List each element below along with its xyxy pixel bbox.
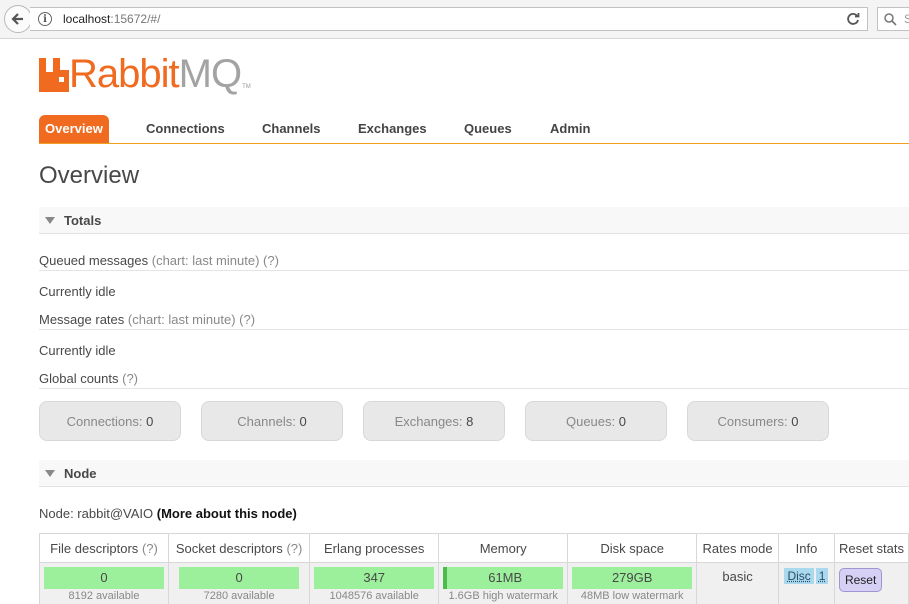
queued-chart-range[interactable]: (chart: last minute) <box>152 253 260 268</box>
col-file-descriptors: File descriptors (?) <box>39 533 169 563</box>
socket-descriptors-available: 7280 available <box>203 590 275 602</box>
logo-wordmark: RabbitMQ <box>69 52 242 96</box>
rates-mode-value: basic <box>722 569 753 584</box>
col-reset-stats: Reset stats <box>833 533 909 563</box>
socket-descriptors-bar: 0 <box>179 567 300 589</box>
tab-queues[interactable]: Queues <box>458 115 518 143</box>
site-info-icon[interactable]: i <box>38 12 52 26</box>
reload-icon[interactable] <box>845 11 861 27</box>
cell-file-descriptors: 0 8192 available <box>39 562 169 604</box>
node-name: Node: rabbit@VAIO (More about this node) <box>39 506 297 521</box>
erlang-processes-available: 1048576 available <box>329 590 419 602</box>
file-descriptors-available: 8192 available <box>68 590 140 602</box>
cell-rates-mode: basic <box>696 562 779 604</box>
divider <box>39 388 909 389</box>
back-arrow-icon <box>11 13 23 25</box>
cell-reset-stats: Reset <box>833 562 909 604</box>
search-icon <box>884 13 897 26</box>
col-info: Info <box>777 533 835 563</box>
divider <box>39 270 909 271</box>
global-counts-label: Global counts (?) <box>39 371 139 386</box>
file-descriptors-bar: 0 <box>44 567 164 589</box>
tab-connections[interactable]: Connections <box>140 115 231 143</box>
rabbitmq-logo[interactable]: RabbitMQ TM <box>39 52 251 96</box>
page-title: Overview <box>39 162 140 189</box>
collapse-triangle-icon <box>45 217 55 224</box>
col-memory: Memory <box>438 533 569 563</box>
reset-stats-button[interactable]: Reset <box>838 568 883 592</box>
more-about-node-link[interactable]: (More about this node) <box>157 506 297 521</box>
count-connections[interactable]: Connections: 0 <box>39 401 181 441</box>
cell-disk-space: 279GB 48MB low watermark <box>567 562 698 604</box>
tab-admin[interactable]: Admin <box>544 115 596 143</box>
disk-space-watermark: 48MB low watermark <box>580 590 684 602</box>
disk-space-bar: 279GB <box>572 567 693 589</box>
col-socket-descriptors: Socket descriptors (?) <box>167 533 311 563</box>
logo-trademark: TM <box>242 84 251 90</box>
count-channels[interactable]: Channels: 0 <box>201 401 343 441</box>
cell-erlang-processes: 347 1048576 available <box>309 562 440 604</box>
message-rates-label: Message rates (chart: last minute) (?) <box>39 312 256 327</box>
address-bar[interactable]: i localhost:15672/#/ <box>30 7 868 31</box>
erlang-processes-bar: 347 <box>314 567 435 589</box>
url-text: localhost:15672/#/ <box>63 12 161 26</box>
info-count-badge[interactable]: 1 <box>815 568 829 584</box>
browser-toolbar: i localhost:15672/#/ S <box>0 0 909 39</box>
count-exchanges[interactable]: Exchanges: 8 <box>363 401 505 441</box>
search-placeholder: S <box>904 12 909 26</box>
memory-watermark: 1.6GB high watermark <box>448 590 558 602</box>
collapse-triangle-icon <box>45 470 55 477</box>
totals-title: Totals <box>64 213 102 228</box>
rabbitmq-logo-icon <box>39 58 69 92</box>
tab-channels[interactable]: Channels <box>256 115 327 143</box>
node-section-header[interactable]: Node <box>39 460 909 487</box>
search-box[interactable]: S <box>877 7 909 31</box>
back-button[interactable] <box>4 5 32 33</box>
cell-socket-descriptors: 0 7280 available <box>167 562 311 604</box>
table-row: 0 8192 available 0 7280 available 347 10… <box>39 562 909 604</box>
node-title: Node <box>64 466 97 481</box>
global-help-link[interactable]: (?) <box>122 371 138 386</box>
tab-overview[interactable]: Overview <box>39 115 109 143</box>
rates-help-link[interactable]: (?) <box>239 312 255 327</box>
memory-bar: 61MB <box>443 567 564 589</box>
node-table: File descriptors (?) Socket descriptors … <box>39 533 909 604</box>
divider <box>39 329 909 330</box>
disc-badge[interactable]: Disc <box>784 568 814 584</box>
main-nav: Overview Connections Channels Exchanges … <box>39 115 909 144</box>
rates-chart-range[interactable]: (chart: last minute) <box>128 312 236 327</box>
col-rates-mode: Rates mode <box>696 533 779 563</box>
tab-exchanges[interactable]: Exchanges <box>352 115 433 143</box>
count-queues[interactable]: Queues: 0 <box>525 401 667 441</box>
queued-help-link[interactable]: (?) <box>263 253 279 268</box>
cell-info: Disc 1 <box>777 562 835 604</box>
count-consumers[interactable]: Consumers: 0 <box>687 401 829 441</box>
cell-memory: 61MB 1.6GB high watermark <box>438 562 569 604</box>
message-rates-status: Currently idle <box>39 343 116 358</box>
queued-messages-label: Queued messages (chart: last minute) (?) <box>39 253 279 268</box>
col-disk-space: Disk space <box>567 533 698 563</box>
totals-section-header[interactable]: Totals <box>39 207 909 234</box>
queued-messages-status: Currently idle <box>39 284 116 299</box>
col-erlang-processes: Erlang processes <box>309 533 440 563</box>
table-header-row: File descriptors (?) Socket descriptors … <box>39 533 909 563</box>
